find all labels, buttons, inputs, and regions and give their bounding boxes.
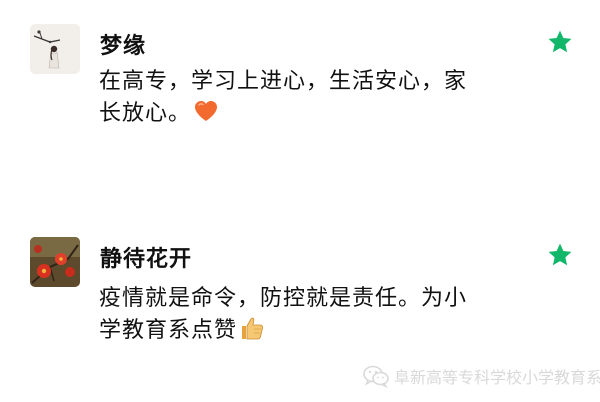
avatar[interactable] xyxy=(30,237,80,287)
comment-text-line: 疫情就是命令，防控就是责任。为小 xyxy=(99,286,468,311)
avatar-red-flowers-image xyxy=(30,237,80,287)
thumbs-up-icon xyxy=(242,317,264,340)
wechat-icon xyxy=(363,365,389,388)
comment-text-line: 在高专，学习上进心，生活安心，家 xyxy=(99,69,468,94)
comment-text-line: 长放心。 xyxy=(99,101,192,126)
orange-heart-icon xyxy=(195,101,218,121)
comment-text-line: 学教育系点赞 xyxy=(99,318,238,343)
watermark-text: 阜新高等专科学校小学教育系 xyxy=(394,368,600,387)
comment-item: 梦缘 在高专，学习上进心，生活安心，家 长放心。 xyxy=(0,0,600,205)
watermark: 阜新高等专科学校小学教育系 xyxy=(362,362,600,390)
star-icon[interactable] xyxy=(546,241,574,269)
username[interactable]: 静待花开 xyxy=(100,241,192,273)
avatar-girl-branch-image xyxy=(30,24,80,74)
username[interactable]: 梦缘 xyxy=(100,28,146,60)
comment-text: 在高专，学习上进心，生活安心，家 长放心。 xyxy=(99,66,509,130)
comment-text: 疫情就是命令，防控就是责任。为小 学教育系点赞 xyxy=(99,283,509,347)
star-icon[interactable] xyxy=(546,28,574,56)
avatar[interactable] xyxy=(30,24,80,74)
